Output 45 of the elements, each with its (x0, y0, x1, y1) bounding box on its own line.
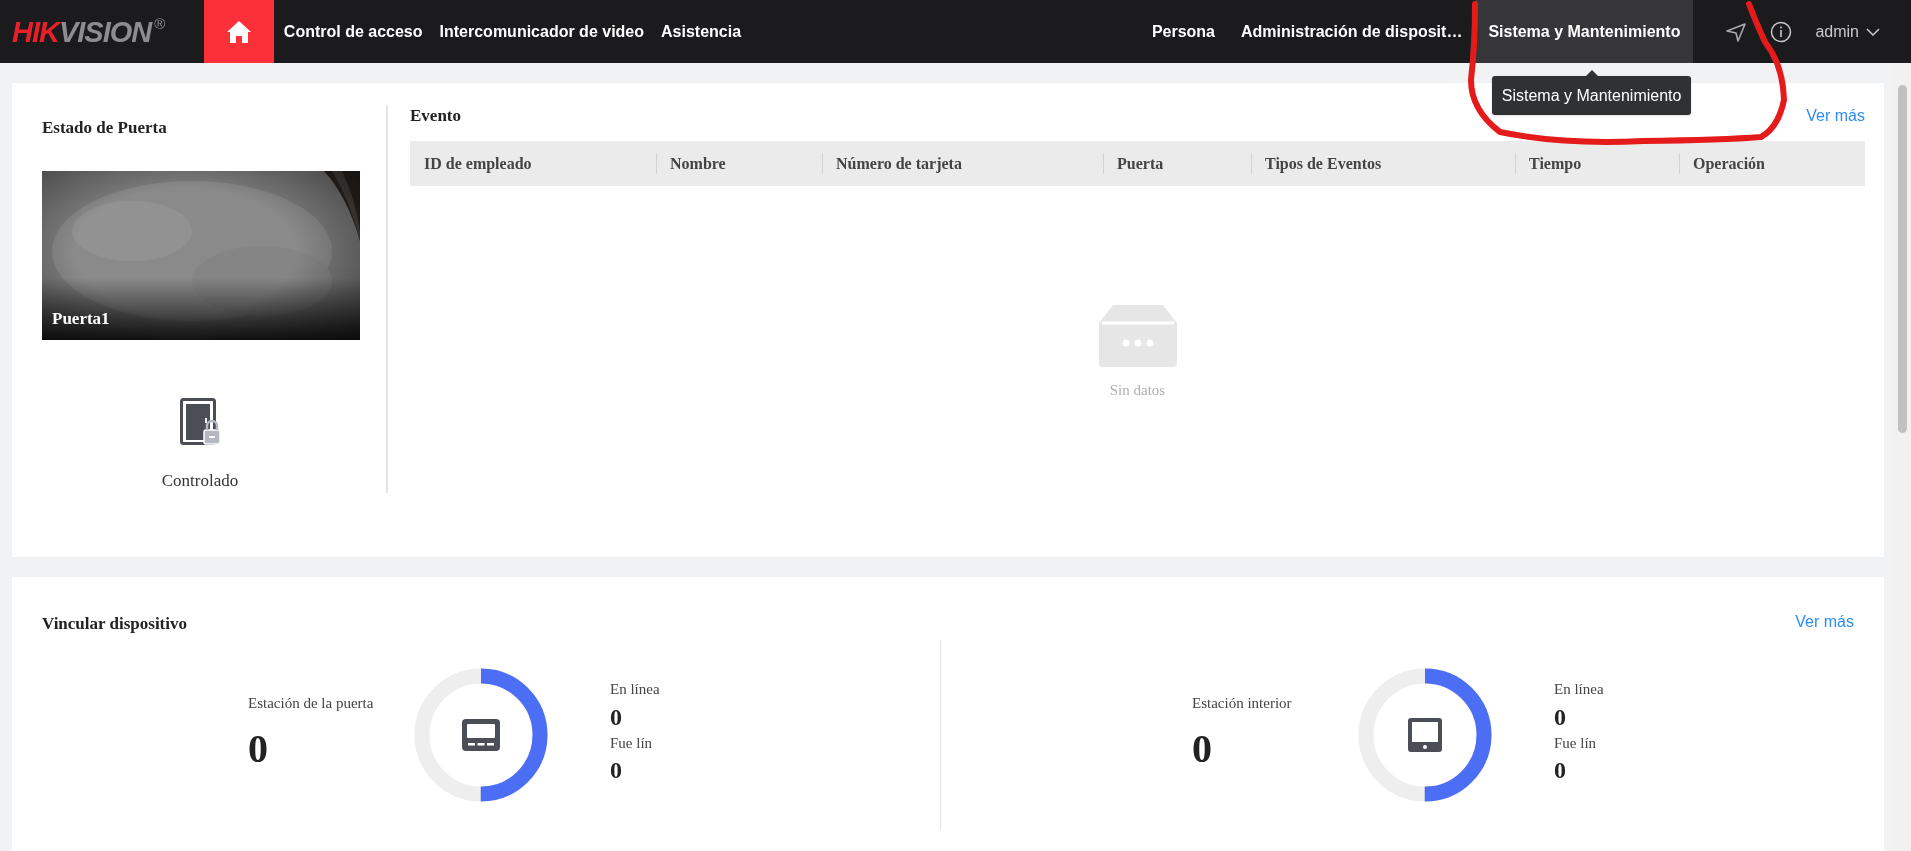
column-header: Tiempo (1529, 153, 1582, 175)
send-icon (1726, 21, 1747, 42)
locked-door-icon (180, 397, 220, 446)
logo: HIKVISION® (12, 14, 166, 49)
column-header: ID de empleado (424, 153, 532, 175)
nav-tab[interactable]: Control de acceso (275, 0, 432, 63)
column-header: Número de tarjeta (836, 153, 962, 175)
empty-message: Sin datos (1109, 381, 1166, 400)
nav-tab[interactable]: Persona (1138, 0, 1228, 63)
status-label: En línea (610, 680, 660, 699)
device-type-label: Estación de la puerta (248, 694, 375, 714)
chevron-down-icon (1866, 27, 1880, 36)
status-label: Fue lín (610, 733, 654, 753)
status-label: Fue lín (1554, 733, 1598, 753)
column-header: Nombre (670, 153, 726, 174)
more-link[interactable]: Ver más (1795, 609, 1854, 634)
nav-tab[interactable]: Sistema y Mantenimiento (1475, 0, 1694, 63)
info-icon (1770, 20, 1793, 43)
device-type-label: Estación interior (1192, 694, 1293, 714)
status-label: En línea (1554, 680, 1604, 699)
more-link[interactable]: Ver más (1806, 104, 1865, 128)
offline-count: 0 (610, 758, 623, 782)
column-header: Puerta (1117, 153, 1164, 174)
online-count: 0 (1554, 704, 1567, 729)
empty-tray-icon (1098, 305, 1177, 367)
nav-tab[interactable]: Asistencia (652, 0, 750, 63)
offline-count: 0 (1554, 758, 1567, 782)
column-header: Operación (1693, 153, 1765, 175)
online-count: 0 (610, 704, 623, 729)
camera-label: Puerta1 (52, 308, 110, 330)
nav-tab[interactable]: Intercomunicador de video (431, 0, 653, 63)
tooltip-arrow (1585, 70, 1598, 76)
door-state-label: Controlado (161, 469, 239, 492)
user-menu[interactable]: admin (1815, 0, 1880, 63)
intercom-panel-icon (462, 718, 500, 751)
section-title: Vincular dispositivo (42, 613, 187, 635)
device-count: 0 (1192, 728, 1213, 769)
monitor-icon (1408, 717, 1442, 752)
device-count: 0 (248, 728, 269, 769)
home-icon (226, 19, 253, 44)
nav-tab[interactable]: Administración de disposit… (1228, 0, 1476, 63)
section-title: Estado de Puerta (42, 117, 168, 139)
home-button[interactable] (204, 0, 275, 63)
section-title: Evento (410, 105, 461, 128)
column-header: Tipos de Eventos (1265, 153, 1382, 175)
